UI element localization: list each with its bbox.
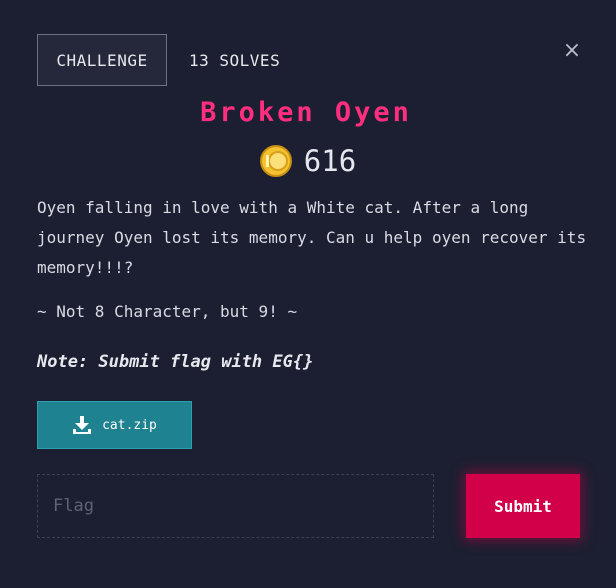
points-value: 616 bbox=[303, 144, 357, 178]
challenge-note: Note: Submit flag with EG{} bbox=[37, 352, 314, 372]
download-icon bbox=[73, 416, 92, 434]
challenge-points: 616 bbox=[0, 144, 616, 178]
close-icon[interactable]: × bbox=[562, 40, 582, 62]
coin-icon bbox=[259, 145, 292, 177]
challenge-hint: ~ Not 8 Character, but 9! ~ bbox=[37, 302, 298, 321]
submit-button[interactable]: Submit bbox=[466, 474, 580, 538]
tab-solves[interactable]: 13 SOLVES bbox=[167, 34, 302, 86]
tab-challenge[interactable]: CHALLENGE bbox=[37, 34, 167, 86]
challenge-description: Oyen falling in love with a White cat. A… bbox=[37, 198, 587, 277]
challenge-title: Broken Oyen bbox=[200, 97, 412, 128]
challenge-tabs: CHALLENGE 13 SOLVES bbox=[37, 34, 302, 86]
download-file-button[interactable]: cat.zip bbox=[37, 401, 192, 449]
flag-input[interactable] bbox=[37, 474, 434, 538]
file-name: cat.zip bbox=[102, 417, 157, 433]
